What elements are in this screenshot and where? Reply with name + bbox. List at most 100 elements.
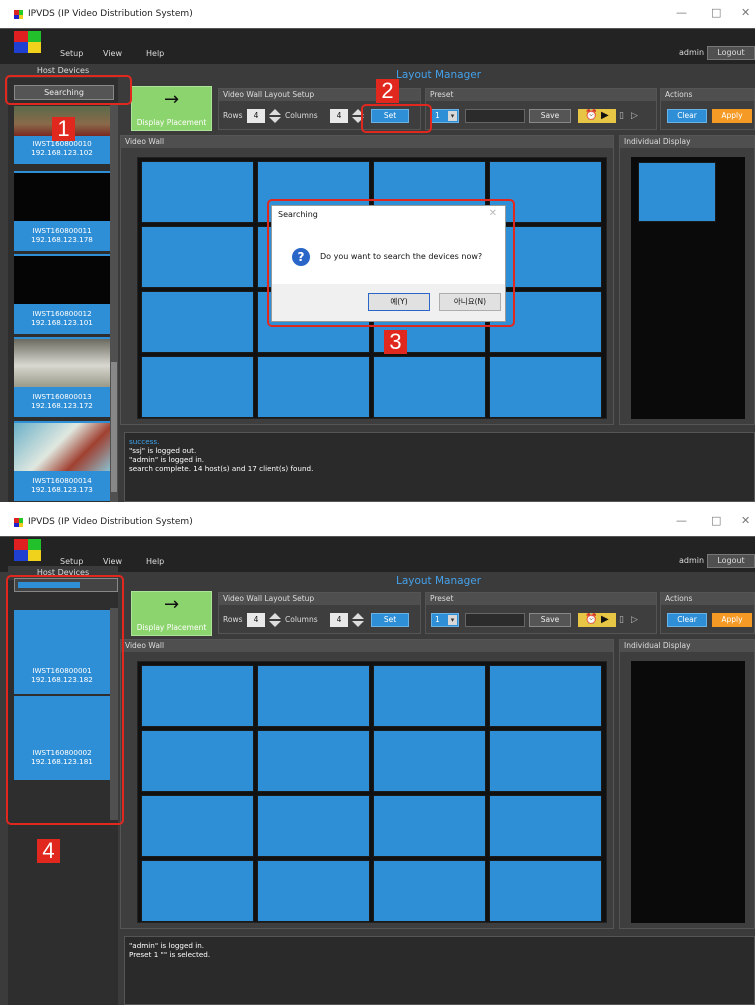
wall-cell[interactable] [489,730,602,792]
wall-cell[interactable] [373,795,486,857]
wall-cell[interactable] [141,291,254,353]
rows-stepper-icon[interactable] [269,109,281,123]
wall-cell[interactable] [257,356,370,418]
log-panel: success. "ssj" is logged out. "admin" is… [124,432,755,502]
device-name: IWST160800013 [32,392,92,401]
alarm-clock-icon[interactable]: ⏰ [585,613,597,627]
device-item[interactable]: IWST160800014 192.168.123.173 [14,421,110,501]
arrow-right-icon: → [163,594,180,615]
minimize-icon[interactable]: — [676,6,687,19]
close-icon[interactable]: ✕ [741,6,750,19]
wall-cell[interactable] [373,860,486,922]
wall-cell[interactable] [373,730,486,792]
wall-cell[interactable] [257,795,370,857]
play-icon[interactable]: ▶ [601,613,609,627]
wall-cell[interactable] [141,161,254,223]
wall-cell[interactable] [257,730,370,792]
device-item[interactable]: IWST160800011 192.168.123.178 [14,171,110,251]
device-ip: 192.168.123.102 [31,148,93,157]
close-icon[interactable]: ✕ [741,514,750,527]
preset-name-input[interactable] [465,613,525,627]
apply-button[interactable]: Apply [712,613,752,627]
wall-cell[interactable] [257,665,370,727]
preset-tools[interactable]: ⏰ ▶ [578,109,616,123]
step-play-icon[interactable]: ▷ [631,109,638,123]
alarm-clock-icon[interactable]: ⏰ [585,109,597,123]
menu-help[interactable]: Help [146,49,164,58]
set-button[interactable]: Set [371,613,409,627]
play-icon[interactable]: ▶ [601,109,609,123]
clear-button[interactable]: Clear [667,613,707,627]
device-ip: 192.168.123.101 [31,318,93,327]
wall-cell[interactable] [141,860,254,922]
menu-view[interactable]: View [103,49,122,58]
maximize-icon[interactable]: □ [711,6,721,19]
wall-cell[interactable] [373,356,486,418]
individual-display-header: Individual Display [620,136,754,148]
clear-button[interactable]: Clear [667,109,707,123]
preset-select[interactable]: 1 ▾ [431,109,459,123]
display-placement-button[interactable]: → Display Placement [131,591,212,636]
device-item[interactable]: IWST160800013 192.168.123.172 [14,337,110,417]
wall-cell[interactable] [141,665,254,727]
device-ip: 192.168.123.172 [31,401,93,410]
step-play-icon[interactable]: ▷ [631,613,638,627]
maximize-icon[interactable]: □ [711,514,721,527]
apply-button[interactable]: Apply [712,109,752,123]
wall-cell[interactable] [141,226,254,288]
annotation-badge: 2 [376,79,399,103]
preset-name-input[interactable] [465,109,525,123]
window-titlebar: IPVDS (IP Video Distribution System) — □… [0,0,755,28]
device-name: IWST160800012 [32,309,92,318]
rows-input[interactable]: 4 [247,613,265,627]
actions-header: Actions [661,89,754,101]
device-item[interactable]: IWST160800012 192.168.123.101 [14,254,110,334]
wall-cell[interactable] [257,860,370,922]
wall-cell[interactable] [489,665,602,727]
display-placement-label: Display Placement [136,623,207,632]
app-logo [14,31,41,53]
annotation-badge: 4 [37,839,60,863]
individual-display-area [631,661,745,923]
layout-manager-title: Layout Manager [395,575,482,587]
menu-setup[interactable]: Setup [60,49,83,58]
menu-help[interactable]: Help [146,557,164,566]
remote-icon[interactable]: ▯ [619,109,624,123]
preset-header: Preset [426,89,656,101]
window-title: IPVDS (IP Video Distribution System) [28,517,193,527]
save-preset-button[interactable]: Save [529,109,571,123]
wall-cell[interactable] [141,795,254,857]
screenshot-after-search: IPVDS (IP Video Distribution System) — □… [0,508,755,1005]
chevron-down-icon: ▾ [448,111,457,121]
app-icon [14,10,23,19]
annotation-box-search [5,75,132,105]
wall-cell[interactable] [489,795,602,857]
menu-setup[interactable]: Setup [60,557,83,566]
display-placement-button[interactable]: → Display Placement [131,86,212,131]
rows-label: Rows [223,615,243,624]
columns-stepper-icon[interactable] [352,613,364,627]
device-ip: 192.168.123.178 [31,235,93,244]
minimize-icon[interactable]: — [676,514,687,527]
wall-cell[interactable] [373,665,486,727]
menu-view[interactable]: View [103,557,122,566]
logout-button[interactable]: Logout [707,46,755,60]
save-preset-button[interactable]: Save [529,613,571,627]
window-title: IPVDS (IP Video Distribution System) [28,9,193,19]
preset-select[interactable]: 1 ▾ [431,613,459,627]
wall-cell[interactable] [141,356,254,418]
rows-stepper-icon[interactable] [269,613,281,627]
annotation-badge: 1 [52,117,75,141]
columns-input[interactable]: 4 [330,613,348,627]
device-list-scrollbar[interactable] [110,104,118,502]
wall-cell[interactable] [489,860,602,922]
wall-cell[interactable] [489,356,602,418]
rows-input[interactable]: 4 [247,109,265,123]
remote-icon[interactable]: ▯ [619,613,624,627]
logout-button[interactable]: Logout [707,554,755,568]
rows-label: Rows [223,111,243,120]
wall-cell[interactable] [141,730,254,792]
individual-display-cell[interactable] [638,162,716,222]
columns-input[interactable]: 4 [330,109,348,123]
preset-tools[interactable]: ⏰ ▶ [578,613,616,627]
